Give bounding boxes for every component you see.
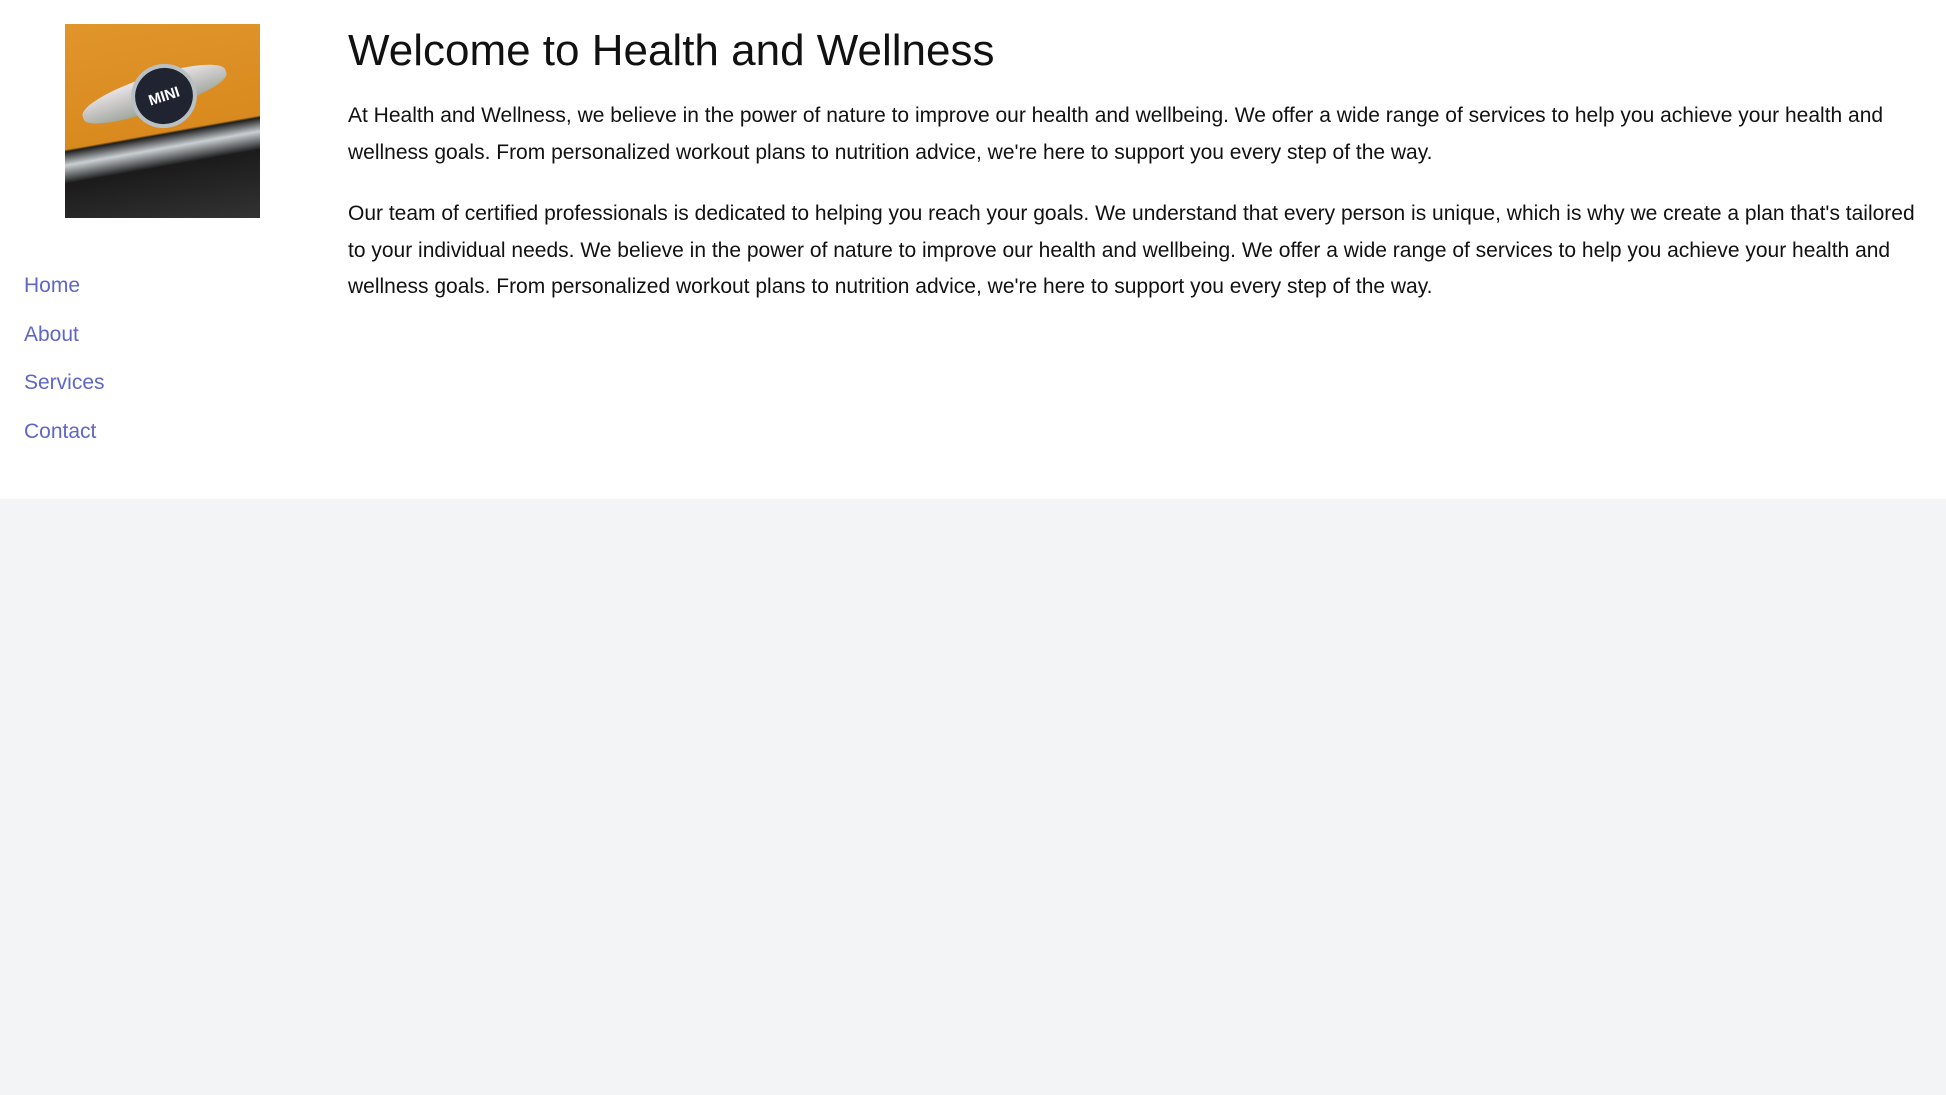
nav-link-home[interactable]: Home [24, 274, 300, 298]
intro-paragraph: At Health and Wellness, we believe in th… [348, 104, 1884, 164]
page-title: Welcome to Health and Wellness [348, 26, 995, 75]
page-panel: MINI Home About Services Contact Welcome… [0, 0, 1946, 499]
nav-link-contact[interactable]: Contact [24, 420, 300, 444]
main-content: Welcome to Health and Wellness At Health… [324, 0, 1946, 499]
nav-link-services[interactable]: Services [24, 371, 300, 395]
logo-image: MINI [64, 24, 260, 218]
sidebar-nav: Home About Services Contact [24, 274, 300, 444]
sidebar: MINI Home About Services Contact [0, 0, 324, 499]
nav-link-about[interactable]: About [24, 323, 300, 347]
team-paragraph: Our team of certified professionals is d… [348, 202, 1915, 298]
